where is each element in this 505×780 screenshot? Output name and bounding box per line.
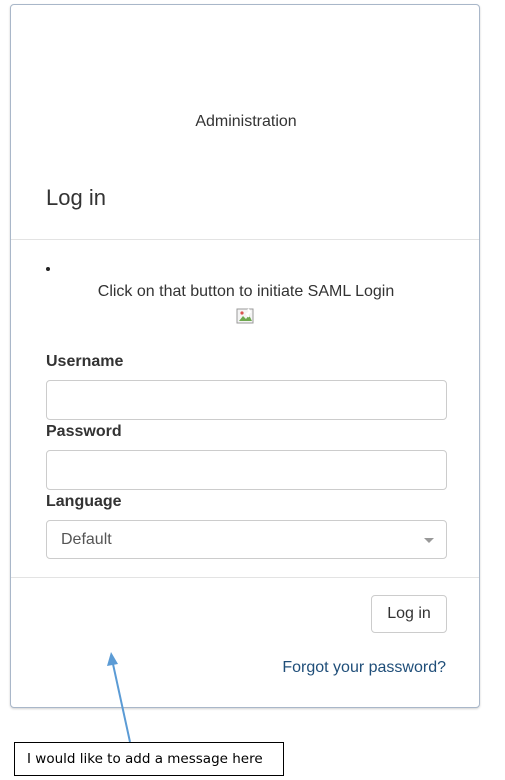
username-label: Username — [46, 353, 124, 370]
admin-title: Administration — [195, 113, 297, 130]
footer-divider — [11, 577, 479, 578]
language-select[interactable]: Default — [46, 520, 447, 559]
saml-message: Click on that button to initiate SAML Lo… — [97, 283, 395, 300]
password-input[interactable] — [46, 450, 447, 490]
language-selected-value: Default — [61, 531, 112, 548]
password-label: Password — [46, 423, 122, 440]
header-divider — [11, 239, 479, 240]
screenshot-stage: Administration Log in Click on that butt… — [0, 0, 505, 780]
broken-image-icon[interactable] — [236, 308, 256, 326]
login-button[interactable]: Log in — [371, 595, 447, 633]
language-label: Language — [46, 493, 122, 510]
page-title: Log in — [46, 185, 106, 210]
username-input[interactable] — [46, 380, 447, 420]
chevron-down-icon — [424, 538, 434, 543]
login-panel: Administration Log in Click on that butt… — [10, 4, 480, 708]
forgot-password-link[interactable]: Forgot your password? — [282, 659, 446, 677]
list-bullet — [46, 267, 50, 271]
annotation-callout: I would like to add a message here — [14, 742, 284, 776]
